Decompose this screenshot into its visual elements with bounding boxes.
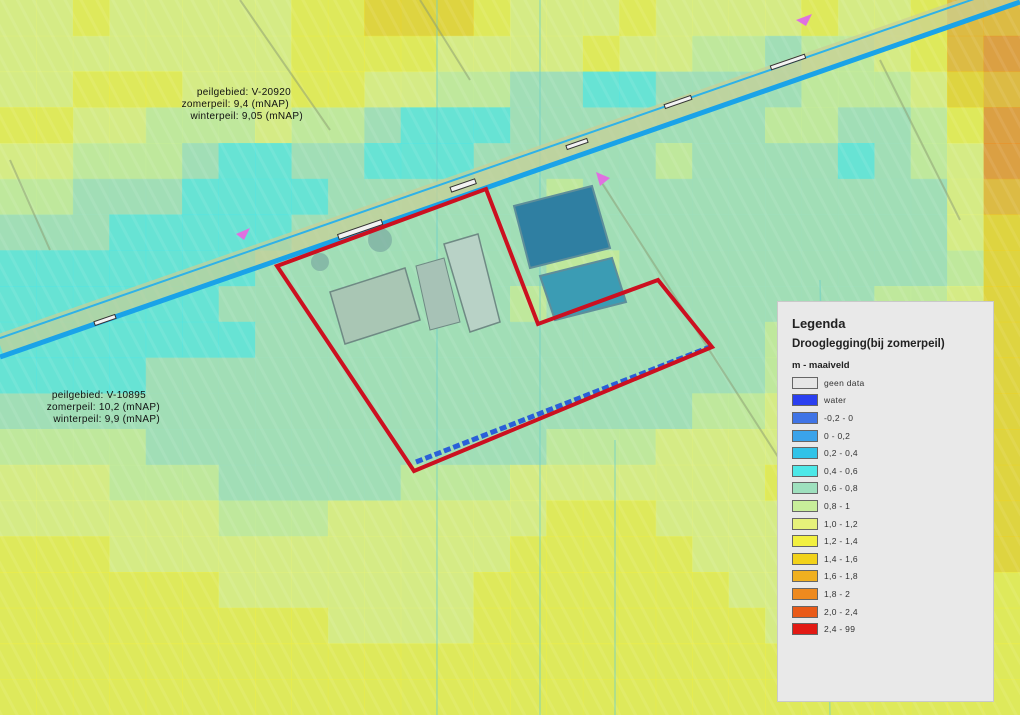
legend-item-label: 1,4 - 1,6 bbox=[824, 553, 858, 564]
legend-item: 1,2 - 1,4 bbox=[792, 532, 993, 550]
legend-swatch bbox=[792, 394, 818, 407]
legend-item-label: 0,6 - 0,8 bbox=[824, 483, 858, 494]
legend-item-label: 0 - 0,2 bbox=[824, 430, 851, 441]
legend-swatch bbox=[792, 499, 818, 512]
peilgebied-id: peilgebied: V-20920 bbox=[196, 87, 291, 98]
legend-item: 2,0 - 2,4 bbox=[792, 603, 993, 621]
legend-item: 0,8 - 1 bbox=[792, 497, 993, 515]
legend-item-label: 2,0 - 2,4 bbox=[824, 606, 858, 617]
legend-item: 0,2 - 0,4 bbox=[792, 444, 993, 462]
legend-item: -0,2 - 0 bbox=[792, 409, 993, 427]
legend-item-label: 0,8 - 1 bbox=[824, 500, 851, 511]
legend-panel: Legenda Drooglegging(bij zomerpeil) m - … bbox=[777, 301, 994, 702]
legend-swatch bbox=[792, 464, 818, 477]
legend-swatch bbox=[792, 482, 818, 495]
legend-item-label: 0,2 - 0,4 bbox=[824, 448, 858, 459]
winterpeil-value: winterpeil: 9,9 (mNAP) bbox=[53, 414, 160, 425]
legend-item: 2,4 - 99 bbox=[792, 620, 993, 638]
legend-swatch bbox=[792, 552, 818, 565]
legend-item: 1,8 - 2 bbox=[792, 585, 993, 603]
legend-item: geen data bbox=[792, 374, 993, 392]
legend-swatch bbox=[792, 376, 818, 389]
legend-item-label: 2,4 - 99 bbox=[824, 624, 856, 635]
legend-subtitle: Drooglegging(bij zomerpeil) bbox=[792, 338, 945, 350]
legend-unit: m - maaiveld bbox=[792, 360, 850, 371]
legend-item-label: geen data bbox=[824, 377, 865, 388]
legend-item: 0 - 0,2 bbox=[792, 427, 993, 445]
zomerpeil-value: zomerpeil: 10,2 (mNAP) bbox=[46, 402, 160, 413]
legend-item-label: 1,6 - 1,8 bbox=[824, 571, 858, 582]
legend-item-label: water bbox=[824, 395, 847, 406]
legend-item-label: -0,2 - 0 bbox=[824, 412, 854, 423]
legend-swatch bbox=[792, 605, 818, 618]
legend-swatch bbox=[792, 535, 818, 548]
peilgebied-label-v10895: peilgebied: V-10895 zomerpeil: 10,2 (mNA… bbox=[10, 390, 160, 426]
legend-swatch bbox=[792, 570, 818, 583]
legend-swatch bbox=[792, 623, 818, 636]
legend-item: 1,6 - 1,8 bbox=[792, 568, 993, 586]
winterpeil-value: winterpeil: 9,05 (mNAP) bbox=[190, 111, 303, 122]
legend-item-label: 1,0 - 1,2 bbox=[824, 518, 858, 529]
legend-item-label: 1,8 - 2 bbox=[824, 588, 851, 599]
legend-item: 1,4 - 1,6 bbox=[792, 550, 993, 568]
legend-item: 0,4 - 0,6 bbox=[792, 462, 993, 480]
legend-swatch bbox=[792, 447, 818, 460]
legend-swatch bbox=[792, 411, 818, 424]
legend-items: geen data water -0,2 - 0 0 - 0,2 0,2 - 0,4 0,… bbox=[792, 374, 993, 638]
legend-swatch bbox=[792, 517, 818, 530]
peilgebied-label-v20920: peilgebied: V-20920 zomerpeil: 9,4 (mNAP… bbox=[150, 87, 303, 123]
zomerpeil-value: zomerpeil: 9,4 (mNAP) bbox=[181, 99, 289, 110]
legend-item: 1,0 - 1,2 bbox=[792, 515, 993, 533]
legend-swatch bbox=[792, 429, 818, 442]
legend-item: 0,6 - 0,8 bbox=[792, 480, 993, 498]
legend-item-label: 1,2 - 1,4 bbox=[824, 536, 858, 547]
legend-swatch bbox=[792, 587, 818, 600]
legend-title: Legenda bbox=[792, 316, 846, 331]
legend-item-label: 0,4 - 0,6 bbox=[824, 465, 858, 476]
legend-item: water bbox=[792, 392, 993, 410]
peilgebied-id: peilgebied: V-10895 bbox=[51, 390, 146, 401]
